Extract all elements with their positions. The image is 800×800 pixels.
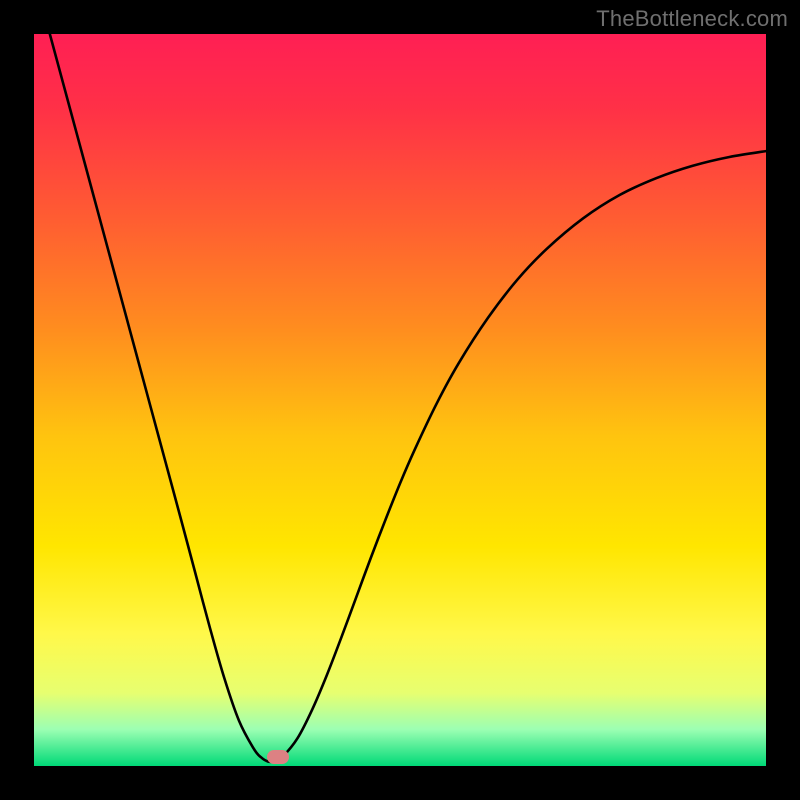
optimum-marker bbox=[267, 750, 289, 764]
plot-area bbox=[34, 34, 766, 766]
bottleneck-curve bbox=[34, 34, 766, 762]
chart-frame: TheBottleneck.com bbox=[0, 0, 800, 800]
watermark-text: TheBottleneck.com bbox=[596, 6, 788, 32]
curve-layer bbox=[34, 34, 766, 766]
